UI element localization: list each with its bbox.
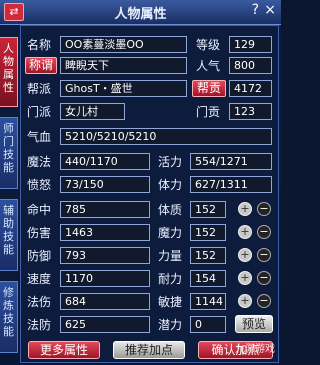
hit-field: 785 <box>60 201 150 218</box>
magic-plus-button[interactable]: + <box>238 225 252 239</box>
damage-label: 伤害 <box>27 226 52 240</box>
level-field: 129 <box>229 36 272 53</box>
name-label: 名称 <box>27 38 52 52</box>
physique-field: 152 <box>190 201 226 218</box>
endurance-label: 耐力 <box>158 272 183 286</box>
character-attributes-window: ⇄ 人物属性 ? × 人物属性 师门技能 辅助技能 修炼技能 名称 OO素蔓淡墨… <box>0 0 281 365</box>
hit-label: 命中 <box>27 203 52 217</box>
preview-button[interactable]: 预览 <box>235 315 273 333</box>
strength-field: 152 <box>190 247 226 264</box>
spell-defense-label: 法防 <box>27 318 52 332</box>
close-button[interactable]: × <box>264 2 276 18</box>
vitality-field: 554/1271 <box>190 153 272 170</box>
popularity-field: 800 <box>229 57 272 74</box>
sect-field: 女儿村 <box>60 103 125 120</box>
tab-assist-skills[interactable]: 辅助技能 <box>0 199 18 271</box>
strength-plus-button[interactable]: + <box>238 248 252 262</box>
contribution-button[interactable]: 帮贡 <box>192 80 226 97</box>
physique-minus-button[interactable]: − <box>257 202 271 216</box>
tab-sect-skills[interactable]: 师门技能 <box>0 117 18 189</box>
strength-minus-button[interactable]: − <box>257 248 271 262</box>
agility-field: 1144 <box>190 293 226 310</box>
contribution-field: 4172 <box>229 80 272 97</box>
recommend-points-button[interactable]: 推荐加点 <box>113 341 185 359</box>
title-bar: ⇄ 人物属性 ? × <box>0 0 281 25</box>
potential-label: 潜力 <box>158 318 183 332</box>
faction-label: 帮派 <box>27 82 52 96</box>
agility-label: 敏捷 <box>158 295 183 309</box>
defense-label: 防御 <box>27 249 52 263</box>
anger-field: 73/150 <box>60 176 150 193</box>
stamina-field: 627/1311 <box>190 176 272 193</box>
sect-contribution-label: 门贡 <box>196 105 221 119</box>
magic-field: 152 <box>190 224 226 241</box>
vitality-label: 活力 <box>158 155 183 169</box>
agility-plus-button[interactable]: + <box>238 294 252 308</box>
physique-label: 体质 <box>158 203 183 217</box>
endurance-plus-button[interactable]: + <box>238 271 252 285</box>
stamina-label: 体力 <box>158 178 183 192</box>
endurance-field: 154 <box>190 270 226 287</box>
magic-label: 魔力 <box>158 226 183 240</box>
speed-field: 1170 <box>60 270 150 287</box>
mp-field: 440/1170 <box>60 153 150 170</box>
spell-defense-field: 625 <box>60 316 150 333</box>
side-tabs: 人物属性 师门技能 辅助技能 修炼技能 <box>0 25 18 360</box>
tab-character-attributes[interactable]: 人物属性 <box>0 37 18 107</box>
attributes-panel <box>20 25 279 363</box>
sect-contribution-field: 123 <box>229 103 272 120</box>
name-field: OO素蔓淡墨OO <box>60 36 187 53</box>
spell-damage-field: 684 <box>60 293 150 310</box>
hp-field: 5210/5210/5210 <box>60 128 272 145</box>
help-button[interactable]: ? <box>252 2 259 18</box>
window-title: 人物属性 <box>114 7 167 22</box>
popularity-label: 人气 <box>196 59 221 73</box>
watermark: 九游游戏 <box>235 344 275 355</box>
level-label: 等级 <box>196 38 221 52</box>
faction-field: GhosT・盛世 <box>60 80 187 97</box>
potential-field: 0 <box>190 316 226 333</box>
speed-label: 速度 <box>27 272 52 286</box>
title-field: 睥睨天下 <box>60 57 187 74</box>
damage-field: 1463 <box>60 224 150 241</box>
physique-plus-button[interactable]: + <box>238 202 252 216</box>
spell-damage-label: 法伤 <box>27 295 52 309</box>
agility-minus-button[interactable]: − <box>257 294 271 308</box>
sect-label: 门派 <box>27 105 52 119</box>
endurance-minus-button[interactable]: − <box>257 271 271 285</box>
more-attributes-button[interactable]: 更多属性 <box>28 341 100 359</box>
title-button[interactable]: 称谓 <box>25 57 57 74</box>
mp-label: 魔法 <box>27 155 52 169</box>
anger-label: 愤怒 <box>27 178 52 192</box>
strength-label: 力量 <box>158 249 183 263</box>
tab-cultivation-skills[interactable]: 修炼技能 <box>0 281 18 353</box>
magic-minus-button[interactable]: − <box>257 225 271 239</box>
defense-field: 793 <box>60 247 150 264</box>
